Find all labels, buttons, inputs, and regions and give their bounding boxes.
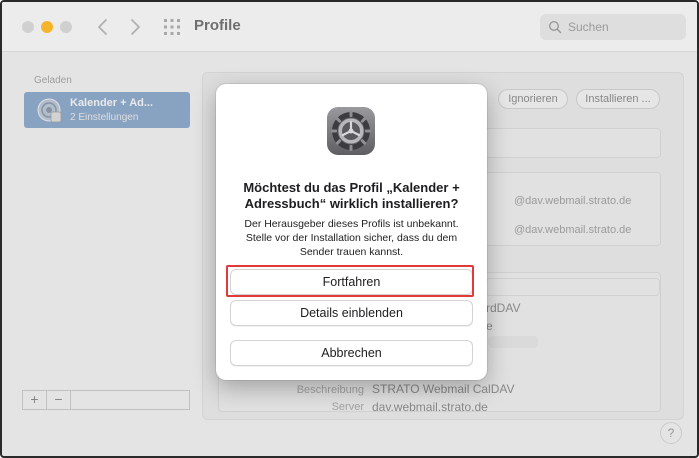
install-profile-dialog: Möchtest du das Profil „Kalender + Adres…: [216, 84, 487, 380]
chevron-left-icon: [98, 19, 107, 35]
show-all-button[interactable]: [162, 17, 182, 37]
minimize-window-button[interactable]: [41, 21, 53, 33]
cancel-button[interactable]: Abbrechen: [230, 340, 473, 366]
system-preferences-window: Profile Suchen Geladen Kalender + Ad... …: [0, 0, 699, 458]
search-placeholder: Suchen: [568, 20, 609, 34]
forward-button[interactable]: [124, 15, 146, 39]
titlebar: Profile Suchen: [2, 2, 697, 52]
grid-icon: [164, 19, 180, 35]
system-preferences-gear-icon: [326, 106, 376, 156]
close-window-button[interactable]: [22, 21, 34, 33]
continue-button[interactable]: Fortfahren: [230, 269, 473, 295]
chevron-right-icon: [131, 19, 140, 35]
search-icon: [548, 20, 562, 34]
show-details-button[interactable]: Details einblenden: [230, 300, 473, 326]
back-button[interactable]: [92, 15, 114, 39]
window-title: Profile: [194, 17, 241, 34]
dialog-message: Der Herausgeber dieses Profils ist unbek…: [244, 218, 459, 258]
search-field[interactable]: Suchen: [540, 14, 686, 40]
zoom-window-button[interactable]: [60, 21, 72, 33]
dialog-title: Möchtest du das Profil „Kalender + Adres…: [243, 180, 460, 211]
